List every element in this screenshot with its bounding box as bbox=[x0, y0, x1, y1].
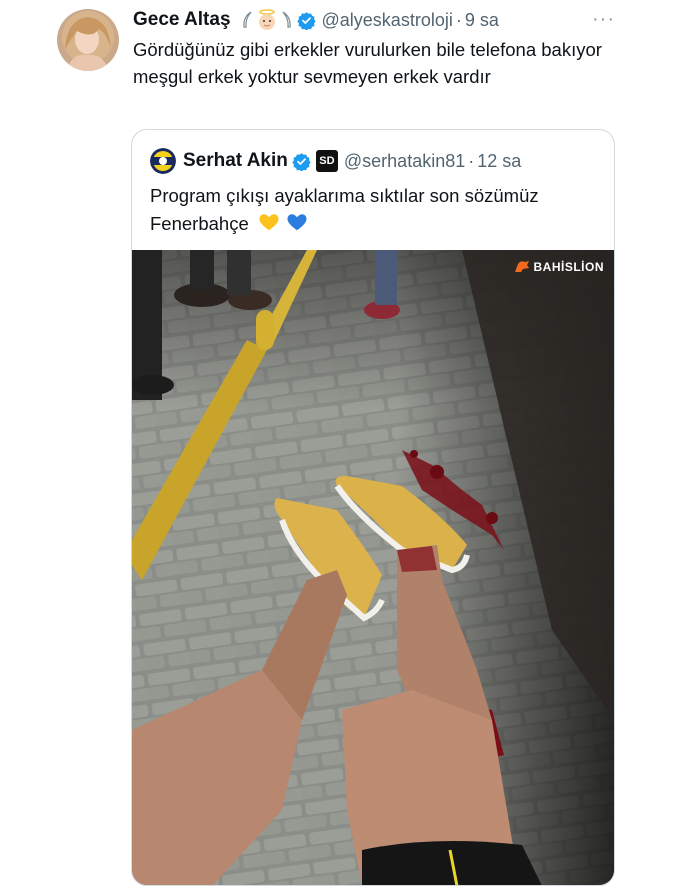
quote-display-name[interactable]: Serhat Akin bbox=[183, 150, 288, 172]
more-options-icon[interactable]: ··· bbox=[592, 8, 690, 31]
quoted-tweet[interactable]: Serhat Akin SD @serhatakin81 · 12 sa Pro… bbox=[131, 129, 615, 886]
separator: · bbox=[455, 9, 462, 30]
affiliate-badge: SD bbox=[315, 150, 338, 172]
quote-text-block: Program çıkışı ayaklarıma sıktılar son s… bbox=[150, 182, 590, 238]
tweet-text: Gördüğünüz gibi erkekler vurulurken bile… bbox=[133, 39, 602, 87]
tweet-header: Gece Altaş @alyeskastroloji · 9 sa bbox=[133, 7, 660, 33]
watermark: BAHİSLİON bbox=[513, 260, 605, 274]
quote-header: Serhat Akin SD @serhatakin81 · 12 sa bbox=[150, 148, 521, 174]
name-emojis bbox=[241, 8, 293, 32]
media-photo[interactable]: BAHİSLİON bbox=[132, 250, 614, 885]
quote-text: Program çıkışı ayaklarıma sıktılar son s… bbox=[150, 185, 539, 234]
quote-timestamp[interactable]: 12 sa bbox=[477, 151, 521, 172]
lion-logo-icon bbox=[514, 261, 529, 272]
quote-handle[interactable]: @serhatakin81 bbox=[344, 151, 465, 172]
tweet[interactable]: Gece Altaş @alyeskastroloji · 9 sa ··· G… bbox=[0, 0, 690, 893]
baby-angel-icon bbox=[258, 9, 275, 30]
display-name[interactable]: Gece Altaş bbox=[133, 9, 231, 31]
avatar[interactable] bbox=[57, 9, 119, 71]
handle[interactable]: @alyeskastroloji bbox=[322, 10, 453, 31]
yellow-heart-icon bbox=[259, 214, 279, 231]
quote-avatar[interactable] bbox=[150, 148, 176, 174]
watermark-text: BAHİSLİON bbox=[533, 260, 604, 274]
blue-heart-icon bbox=[287, 214, 307, 231]
quote-verified-badge-icon bbox=[292, 152, 311, 171]
feather-left-icon bbox=[242, 11, 251, 28]
feather-right-icon bbox=[282, 11, 291, 28]
quote-separator: · bbox=[468, 150, 475, 171]
timestamp[interactable]: 9 sa bbox=[465, 10, 499, 31]
verified-badge-icon bbox=[296, 11, 316, 30]
